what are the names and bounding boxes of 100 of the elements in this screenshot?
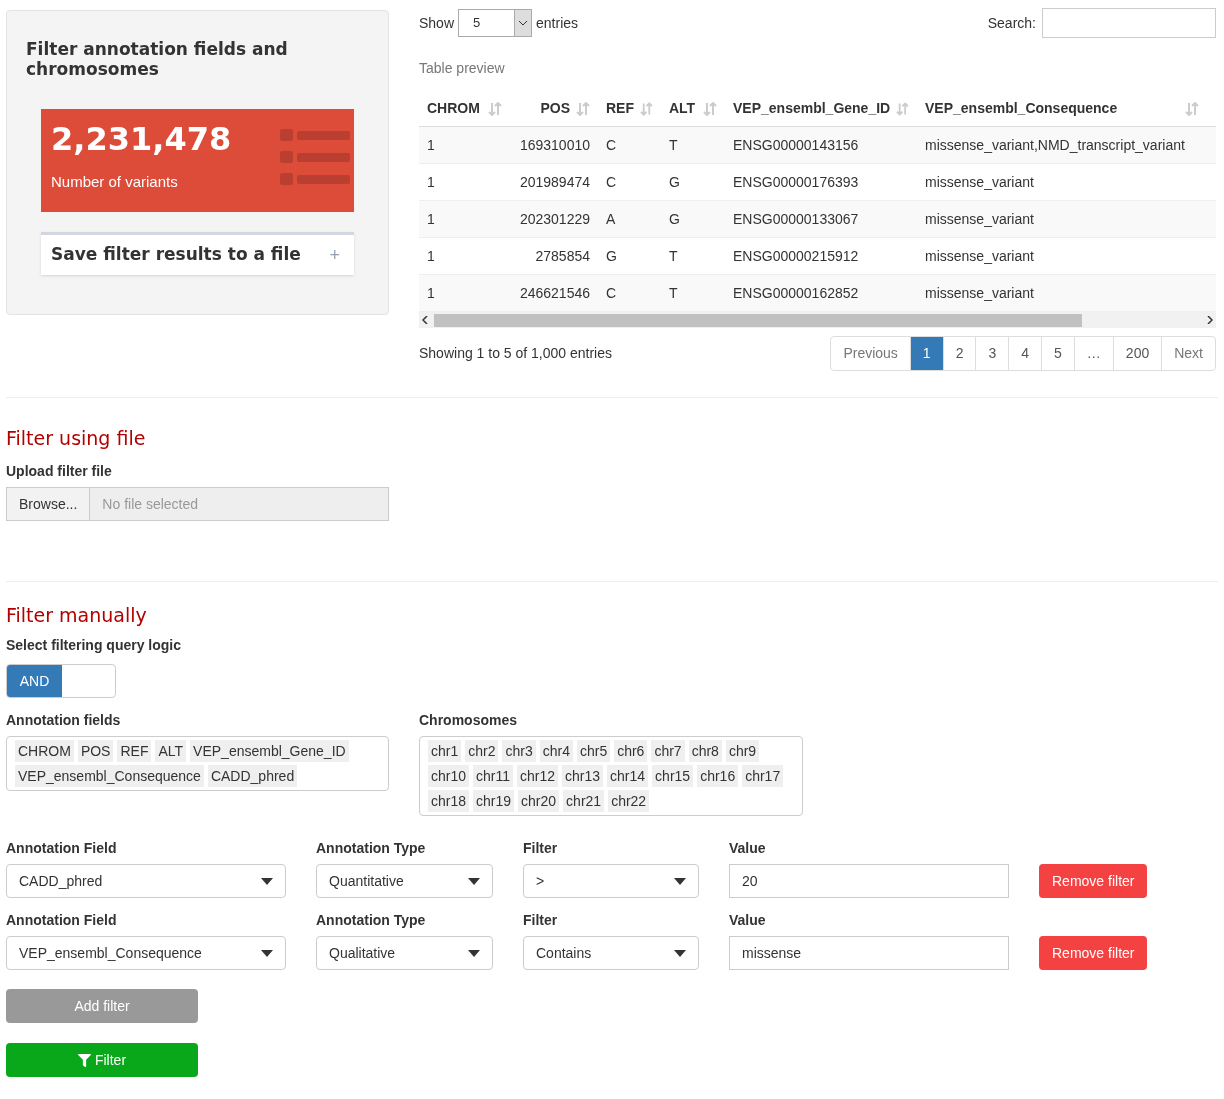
field-select[interactable]: VEP_ensembl_Consequence <box>6 936 286 970</box>
page-button[interactable]: 1 <box>909 337 943 370</box>
field-label: Value <box>729 839 767 858</box>
sort-icon[interactable] <box>1185 101 1199 116</box>
column-header[interactable]: POS <box>540 98 570 119</box>
tag[interactable]: chr3 <box>502 740 536 762</box>
tag[interactable]: chr5 <box>576 740 611 762</box>
table-cell-text: missense_variant <box>924 283 1035 303</box>
tag[interactable]: chr10 <box>428 765 470 787</box>
field-label: Annotation Field <box>6 911 118 930</box>
column-header[interactable]: VEP_ensembl_Gene_ID <box>733 98 891 119</box>
sort-icon[interactable] <box>488 101 502 116</box>
dropdown-button[interactable] <box>514 10 532 36</box>
table-cell-text: 1 <box>426 246 436 266</box>
caret-icon <box>674 949 686 957</box>
caret-icon <box>468 949 480 957</box>
tag[interactable]: VEP_ensembl_Gene_ID <box>190 740 349 762</box>
field-label: Filter <box>523 839 559 858</box>
type-select[interactable]: Qualitative <box>316 936 493 970</box>
page-button[interactable]: 3 <box>975 337 1009 370</box>
table-caption: Table preview <box>419 59 506 78</box>
table-cell-text: ENSG00000162852 <box>732 283 860 303</box>
remove-filter-button[interactable]: Remove filter <box>1039 864 1148 898</box>
field-label: Upload filter file <box>6 461 113 481</box>
chevron-icon <box>519 20 528 26</box>
filter-icon <box>77 1053 91 1067</box>
sort-icon[interactable] <box>703 101 717 116</box>
tag[interactable]: chr1 <box>428 740 462 762</box>
tag-input[interactable]: CHROM POS REF ALT VEP_ensembl_Gene_ID VEP_ensembl_Consequence CADD_phred <box>6 736 389 791</box>
box-title: Save filter results to a file <box>51 243 301 267</box>
column-header[interactable]: REF <box>606 98 634 119</box>
tag[interactable]: chr14 <box>607 765 649 787</box>
tag[interactable]: chr16 <box>697 765 739 787</box>
caret-icon <box>261 949 273 957</box>
tag[interactable]: chr8 <box>688 740 722 762</box>
tag[interactable]: chr11 <box>473 765 513 787</box>
table-cell-text: G <box>668 209 681 229</box>
page-button[interactable]: 5 <box>1041 337 1074 370</box>
page-button[interactable]: 2 <box>942 337 976 370</box>
section-heading: Filter using file <box>6 426 147 451</box>
tag[interactable]: CHROM <box>15 740 74 762</box>
value-field[interactable]: missense <box>729 936 1009 970</box>
sort-icon[interactable] <box>640 101 653 116</box>
field-label: Annotation Field <box>6 839 118 858</box>
column-header[interactable]: CHROM <box>427 98 480 119</box>
field-select[interactable]: CADD_phred <box>6 864 286 898</box>
page-button[interactable]: 200 <box>1112 337 1162 370</box>
scroll-right-icon[interactable] <box>1207 316 1213 324</box>
type-select[interactable]: Quantitative <box>316 864 493 898</box>
field-label: Chromosomes <box>419 711 519 730</box>
table-cell-text: ENSG00000133067 <box>732 209 860 229</box>
search-field[interactable] <box>1042 8 1216 38</box>
tag[interactable]: VEP_ensembl_Consequence <box>15 765 204 787</box>
tag[interactable]: chr12 <box>517 765 559 787</box>
table-cell-text: ENSG00000176393 <box>732 172 860 192</box>
tag[interactable]: chr9 <box>725 740 760 762</box>
tag[interactable]: chr22 <box>608 790 650 812</box>
tag[interactable]: chr20 <box>518 790 560 812</box>
tag[interactable]: REF <box>117 740 152 762</box>
tag[interactable]: CADD_phred <box>207 765 298 787</box>
tag[interactable]: chr21 <box>563 790 605 812</box>
tag[interactable]: chr4 <box>539 740 573 762</box>
table-cell-text: 1 <box>426 209 436 229</box>
list-icon <box>280 129 350 186</box>
pagination-link[interactable]: Previous <box>831 337 910 370</box>
horizontal-scrollbar[interactable] <box>419 312 1216 328</box>
tag[interactable]: chr2 <box>465 740 499 762</box>
show-label: Show <box>419 13 455 33</box>
tag[interactable]: chr13 <box>562 765 604 787</box>
filter-select[interactable]: > <box>523 864 699 898</box>
column-header[interactable]: VEP_ensembl_Consequence <box>925 98 1118 119</box>
logic-toggle[interactable]: AND <box>6 664 116 698</box>
page-button[interactable]: 4 <box>1008 337 1042 370</box>
scroll-left-icon[interactable] <box>422 316 428 324</box>
tag-input[interactable]: chr1 chr2 chr3 chr4 chr5 chr6 chr7 chr8 chr9 chr10 chr11 chr12 chr13 chr14 chr15 chr16 chr17 chr18 chr19 chr20 chr21 chr22 <box>419 736 803 816</box>
tag[interactable]: POS <box>77 740 114 762</box>
table-cell-text: 169310010 <box>518 135 591 155</box>
tag[interactable]: chr19 <box>473 790 515 812</box>
value-field[interactable]: 20 <box>729 864 1009 898</box>
filter-select[interactable]: Contains <box>523 936 699 970</box>
sort-icon[interactable] <box>896 101 909 116</box>
sort-icon[interactable] <box>576 101 590 116</box>
table-cell-text: 201989474 <box>518 172 591 192</box>
save-results-box[interactable]: Save filter results to a file + <box>41 232 354 275</box>
table-cell-text: G <box>668 172 681 192</box>
tag[interactable]: chr6 <box>614 740 648 762</box>
table-cell-text: C <box>605 172 618 192</box>
tag[interactable]: ALT <box>155 740 187 762</box>
tag[interactable]: chr18 <box>428 790 470 812</box>
table-cell-text: T <box>668 246 679 266</box>
scrollbar-thumb[interactable] <box>434 313 1082 327</box>
stat-value: 2,231,478 <box>51 119 232 160</box>
tag[interactable]: chr17 <box>742 765 784 787</box>
tag[interactable]: chr7 <box>651 740 685 762</box>
field-label: Select filtering query logic <box>6 636 183 655</box>
remove-filter-button[interactable]: Remove filter <box>1039 936 1148 970</box>
pagination-link[interactable]: Next <box>1161 337 1215 370</box>
tag[interactable]: chr15 <box>652 765 694 787</box>
column-header[interactable]: ALT <box>669 98 696 119</box>
page-size-select[interactable]: 5 <box>458 9 533 37</box>
